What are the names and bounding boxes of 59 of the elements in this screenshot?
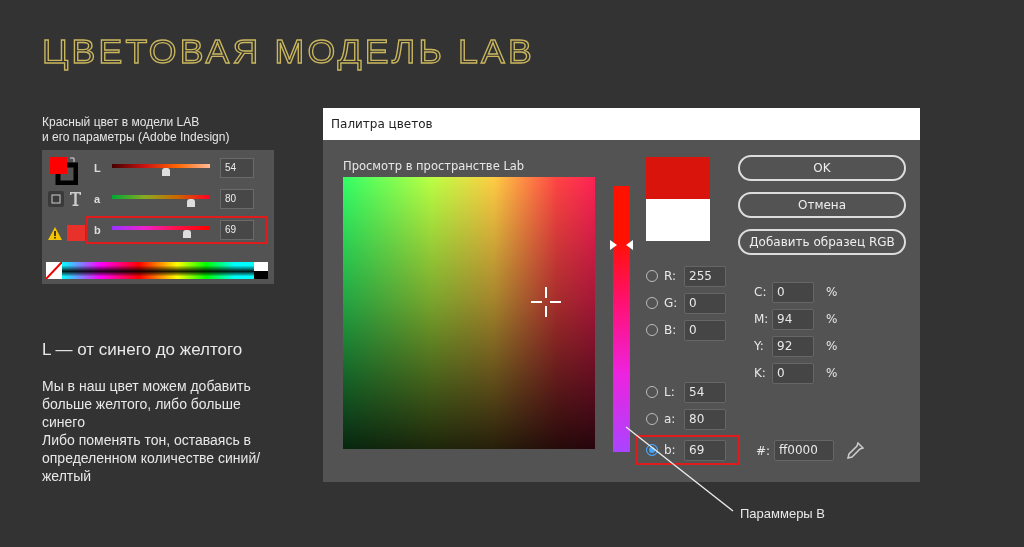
none-swatch-icon[interactable] <box>46 262 62 279</box>
color-slider[interactable] <box>112 192 210 206</box>
crosshair-icon <box>531 287 561 317</box>
unit-label: % <box>826 285 838 299</box>
input-field[interactable]: 54 <box>684 381 726 403</box>
value-field[interactable]: 80 <box>220 189 254 209</box>
dialog-button[interactable]: Добавить образец RGB <box>738 229 906 255</box>
unit-label: % <box>826 339 838 353</box>
hue-slider[interactable] <box>613 186 630 452</box>
input-field[interactable]: 94 <box>772 308 814 330</box>
field-label: M: <box>754 312 768 326</box>
note-heading: L — от синего до желтого <box>42 340 244 360</box>
field-label: L: <box>664 385 676 399</box>
spectrum-bar[interactable] <box>62 262 254 279</box>
field-label: Y: <box>754 339 765 353</box>
slider-thumb[interactable] <box>610 239 633 250</box>
dialog-title: Палитра цветов <box>323 108 920 140</box>
color-field[interactable] <box>343 177 595 449</box>
slider-label: a <box>93 193 102 205</box>
default-colors-swatch[interactable] <box>254 262 268 279</box>
field-label: #: <box>756 443 770 458</box>
eyedropper-icon[interactable] <box>846 441 864 460</box>
slide-title: ЦВЕТОВАЯ МОДЕЛЬ LAB <box>42 32 535 71</box>
input-field[interactable]: 92 <box>772 335 814 357</box>
field-label: R: <box>664 269 677 283</box>
callout-label: Параммеры В <box>740 506 825 521</box>
note-paragraph: Мы в наш цвет можем добавить больше желтого, либо больше синего <box>42 377 252 431</box>
input-field[interactable]: 0 <box>772 281 814 303</box>
input-field[interactable]: 0 <box>684 319 726 341</box>
input-field[interactable]: 80 <box>684 408 726 430</box>
field-label: b: <box>664 443 677 457</box>
value-field[interactable]: 69 <box>220 220 254 240</box>
field-label: B: <box>664 323 678 337</box>
warning-icon <box>48 226 62 240</box>
preview-label: Просмотр в пространстве Lab <box>343 159 526 173</box>
color-slider[interactable] <box>112 223 210 237</box>
note-paragraph: Либо поменять тон, оставаясь в определенном количестве синий/желтый <box>42 431 262 485</box>
unit-label: % <box>826 366 838 380</box>
input-field[interactable]: 69 <box>684 439 726 461</box>
field-label: G: <box>664 296 678 310</box>
field-label: C: <box>754 285 768 299</box>
slider-label: L <box>93 162 102 174</box>
value-field[interactable]: 54 <box>220 158 254 178</box>
unit-label: % <box>826 312 838 326</box>
caption: Красный цвет в модели LAB и его параметры (Adobe Indesign) <box>42 115 231 145</box>
text-icon[interactable] <box>70 192 81 206</box>
gamut-swatch[interactable] <box>67 225 85 241</box>
fill-stroke-icon[interactable] <box>48 155 78 185</box>
dialog-button[interactable]: Отмена <box>738 192 906 218</box>
field-label: K: <box>754 366 767 380</box>
container-icon[interactable] <box>48 191 64 207</box>
dialog-button[interactable]: OK <box>738 155 906 181</box>
hex-field[interactable]: ff0000 <box>774 440 834 461</box>
color-slider[interactable] <box>112 161 210 175</box>
input-field[interactable]: 255 <box>684 265 726 287</box>
field-label: a: <box>664 412 677 426</box>
input-field[interactable]: 0 <box>684 292 726 314</box>
slider-label: b <box>93 224 102 236</box>
input-field[interactable]: 0 <box>772 362 814 384</box>
